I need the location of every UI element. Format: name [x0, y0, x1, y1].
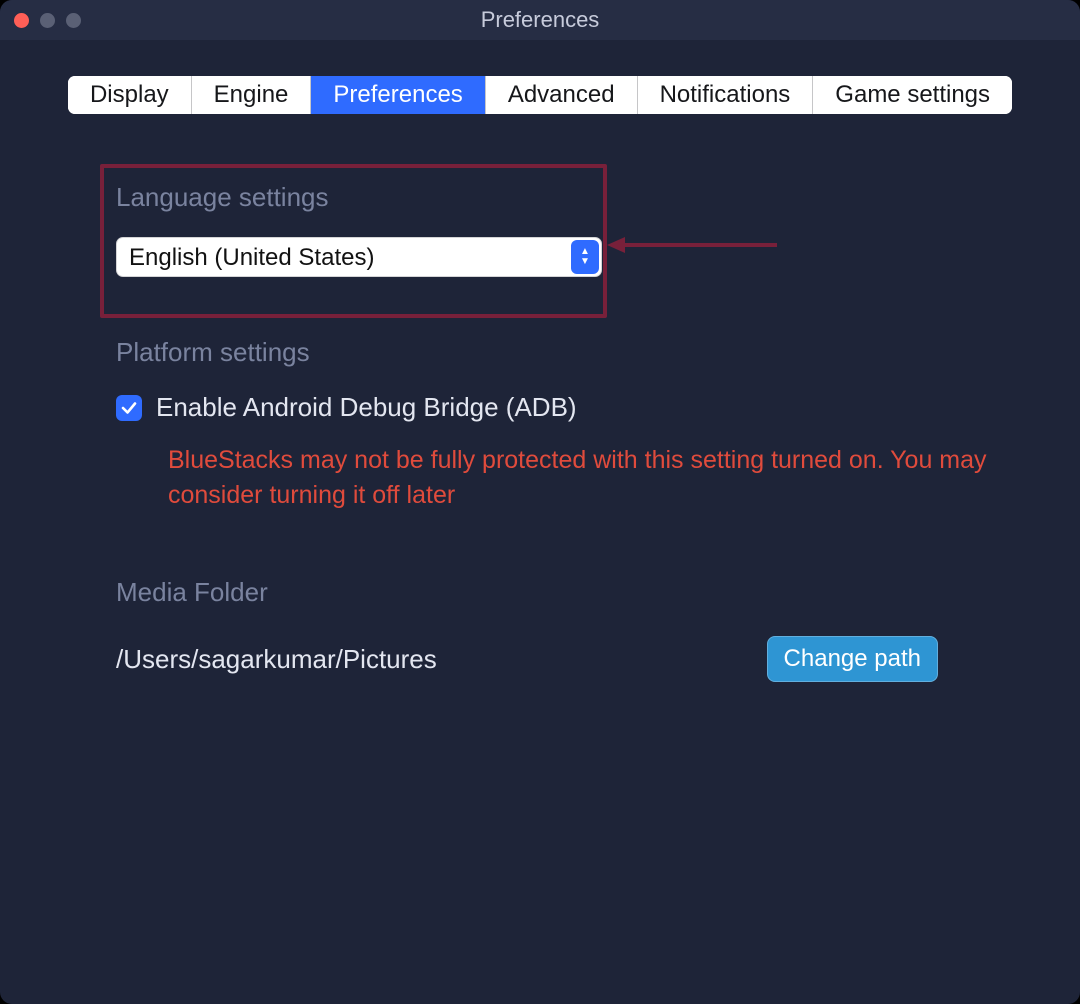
- minimize-icon[interactable]: [40, 13, 55, 28]
- media-path: /Users/sagarkumar/Pictures: [116, 644, 437, 675]
- maximize-icon[interactable]: [66, 13, 81, 28]
- chevron-up-down-icon[interactable]: ▲▼: [571, 240, 599, 274]
- language-select-value[interactable]: English (United States): [116, 237, 602, 277]
- titlebar: Preferences: [0, 0, 1080, 40]
- media-section-title: Media Folder: [116, 577, 1018, 608]
- window-title: Preferences: [0, 7, 1080, 33]
- preferences-window: Preferences Display Engine Preferences A…: [0, 0, 1080, 1004]
- tab-advanced[interactable]: Advanced: [486, 76, 638, 114]
- tab-game-settings[interactable]: Game settings: [813, 76, 1012, 114]
- tab-engine[interactable]: Engine: [192, 76, 312, 114]
- tab-notifications[interactable]: Notifications: [638, 76, 814, 114]
- media-section: Media Folder /Users/sagarkumar/Pictures …: [116, 577, 1018, 682]
- tab-bar: Display Engine Preferences Advanced Noti…: [0, 76, 1080, 114]
- platform-section-title: Platform settings: [116, 337, 1018, 368]
- adb-warning: BlueStacks may not be fully protected wi…: [168, 443, 1018, 513]
- tabs: Display Engine Preferences Advanced Noti…: [68, 76, 1012, 114]
- platform-section: Platform settings Enable Android Debug B…: [116, 337, 1018, 513]
- change-path-button[interactable]: Change path: [767, 636, 938, 682]
- content: Language settings English (United States…: [0, 114, 1080, 682]
- language-section: Language settings English (United States…: [116, 182, 1018, 277]
- close-icon[interactable]: [14, 13, 29, 28]
- window-controls: [14, 13, 81, 28]
- language-select[interactable]: English (United States) ▲▼: [116, 237, 602, 277]
- adb-checkbox[interactable]: [116, 395, 142, 421]
- adb-label: Enable Android Debug Bridge (ADB): [156, 392, 577, 423]
- tab-display[interactable]: Display: [68, 76, 192, 114]
- adb-row: Enable Android Debug Bridge (ADB): [116, 392, 1018, 423]
- media-row: /Users/sagarkumar/Pictures Change path: [116, 636, 1018, 682]
- tab-preferences[interactable]: Preferences: [311, 76, 485, 114]
- language-section-title: Language settings: [116, 182, 1018, 213]
